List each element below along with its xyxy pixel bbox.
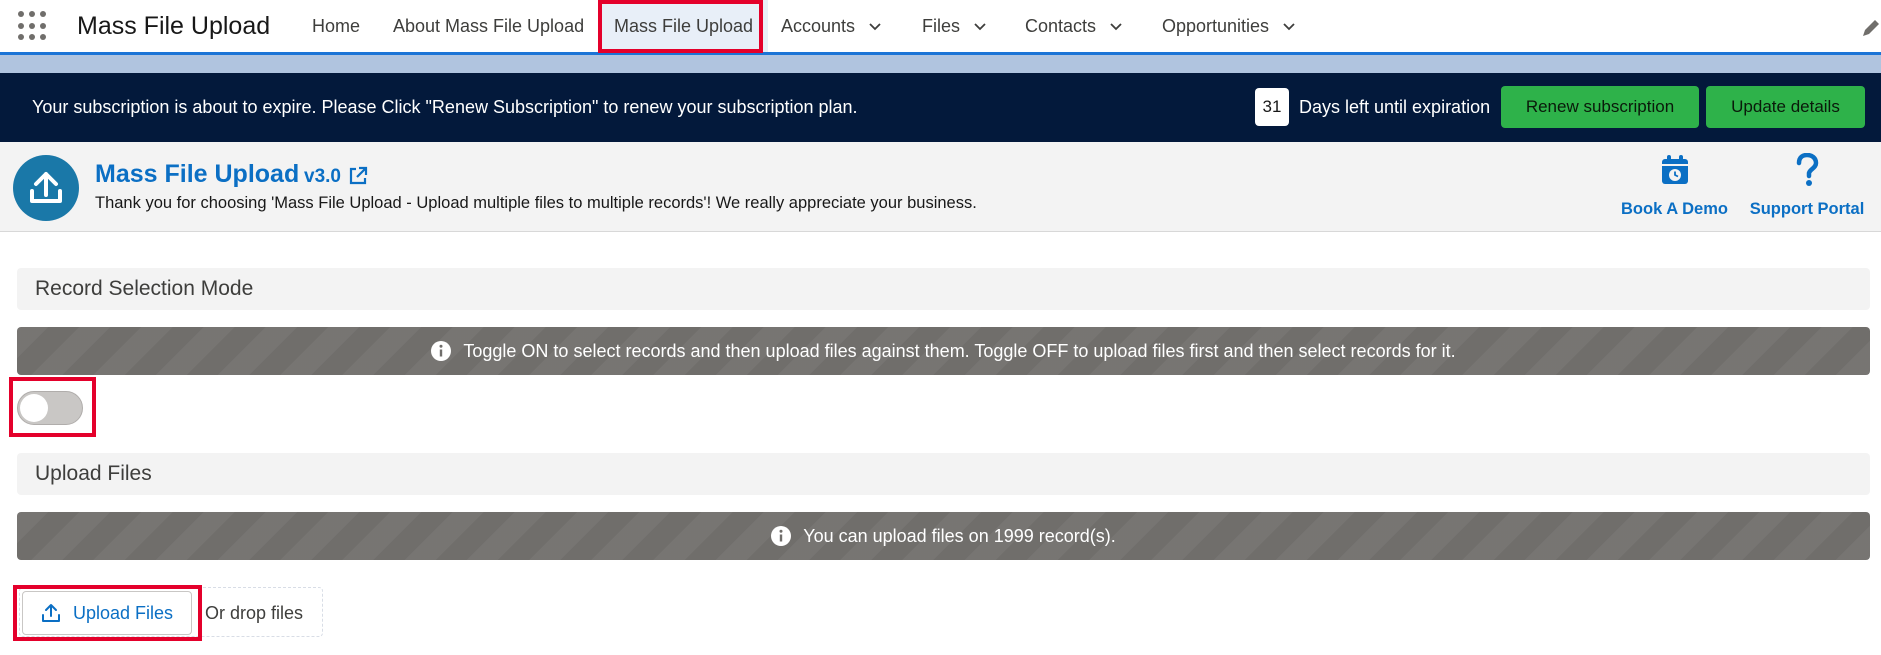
app-launcher-icon[interactable] (18, 11, 48, 41)
edit-pencil-icon[interactable] (1859, 18, 1881, 40)
info-icon (771, 526, 792, 546)
chevron-down-icon[interactable] (1283, 20, 1295, 32)
app-name: Mass File Upload (77, 12, 271, 40)
record-selection-info-text: Toggle ON to select records and then upl… (463, 340, 1456, 361)
nav-item-about[interactable]: About Mass File Upload (393, 0, 584, 52)
upload-icon (41, 604, 60, 622)
upload-files-info-text: You can upload files on 1999 record(s). (803, 525, 1116, 546)
record-selection-heading: Record Selection Mode (17, 268, 1870, 310)
upload-files-heading: Upload Files (17, 453, 1870, 495)
question-icon (1796, 152, 1819, 186)
chevron-down-icon[interactable] (869, 20, 881, 32)
book-demo-link[interactable]: Book A Demo (1617, 153, 1732, 219)
nav-item-accounts[interactable]: Accounts (781, 0, 881, 52)
nav-item-contacts[interactable]: Contacts (1025, 0, 1122, 52)
nav-item-home[interactable]: Home (312, 0, 360, 52)
days-left-badge: 31 (1255, 88, 1289, 126)
nav-underband (0, 55, 1881, 73)
drop-files-text: Or drop files (205, 603, 304, 623)
upload-files-info: You can upload files on 1999 record(s). (17, 512, 1870, 560)
book-demo-label: Book A Demo (1621, 200, 1728, 218)
app-title: Mass File Upload (95, 160, 300, 188)
upload-files-button[interactable]: Upload Files (22, 591, 192, 635)
nav-item-label: Contacts (1025, 15, 1097, 36)
app-thanks-message: Thank you for choosing 'Mass File Upload… (95, 194, 977, 212)
chevron-down-icon[interactable] (974, 20, 986, 32)
nav-item-label: Opportunities (1162, 15, 1270, 36)
nav-item-opportunities[interactable]: Opportunities (1162, 0, 1295, 52)
app-version: v3.0 (304, 166, 341, 187)
toggle-knob (20, 394, 48, 422)
support-portal-label: Support Portal (1749, 200, 1865, 218)
nav-item-label: About Mass File Upload (393, 15, 585, 36)
external-link-icon[interactable] (348, 166, 368, 186)
nav-item-mass-file-upload[interactable]: Mass File Upload (599, 0, 769, 52)
info-icon (431, 341, 452, 361)
nav-item-label: Mass File Upload (614, 15, 754, 36)
record-selection-info: Toggle ON to select records and then upl… (17, 327, 1870, 375)
calendar-clock-icon (1661, 155, 1688, 184)
subscription-message: Your subscription is about to expire. Pl… (32, 97, 858, 117)
global-navigation: Mass File Upload Home About Mass File Up… (0, 0, 1881, 55)
upload-icon (13, 155, 79, 221)
upload-files-button-label: Upload Files (72, 602, 174, 623)
record-selection-toggle[interactable] (17, 391, 83, 425)
nav-item-label: Home (312, 15, 361, 36)
chevron-down-icon[interactable] (1110, 20, 1122, 32)
nav-item-label: Files (922, 15, 961, 36)
nav-item-files[interactable]: Files (922, 0, 986, 52)
nav-item-label: Accounts (781, 15, 856, 36)
support-portal-link[interactable]: Support Portal (1748, 152, 1866, 219)
update-details-button[interactable]: Update details (1706, 86, 1865, 128)
days-left-text: Days left until expiration (1299, 97, 1491, 117)
renew-subscription-button[interactable]: Renew subscription (1501, 86, 1699, 128)
